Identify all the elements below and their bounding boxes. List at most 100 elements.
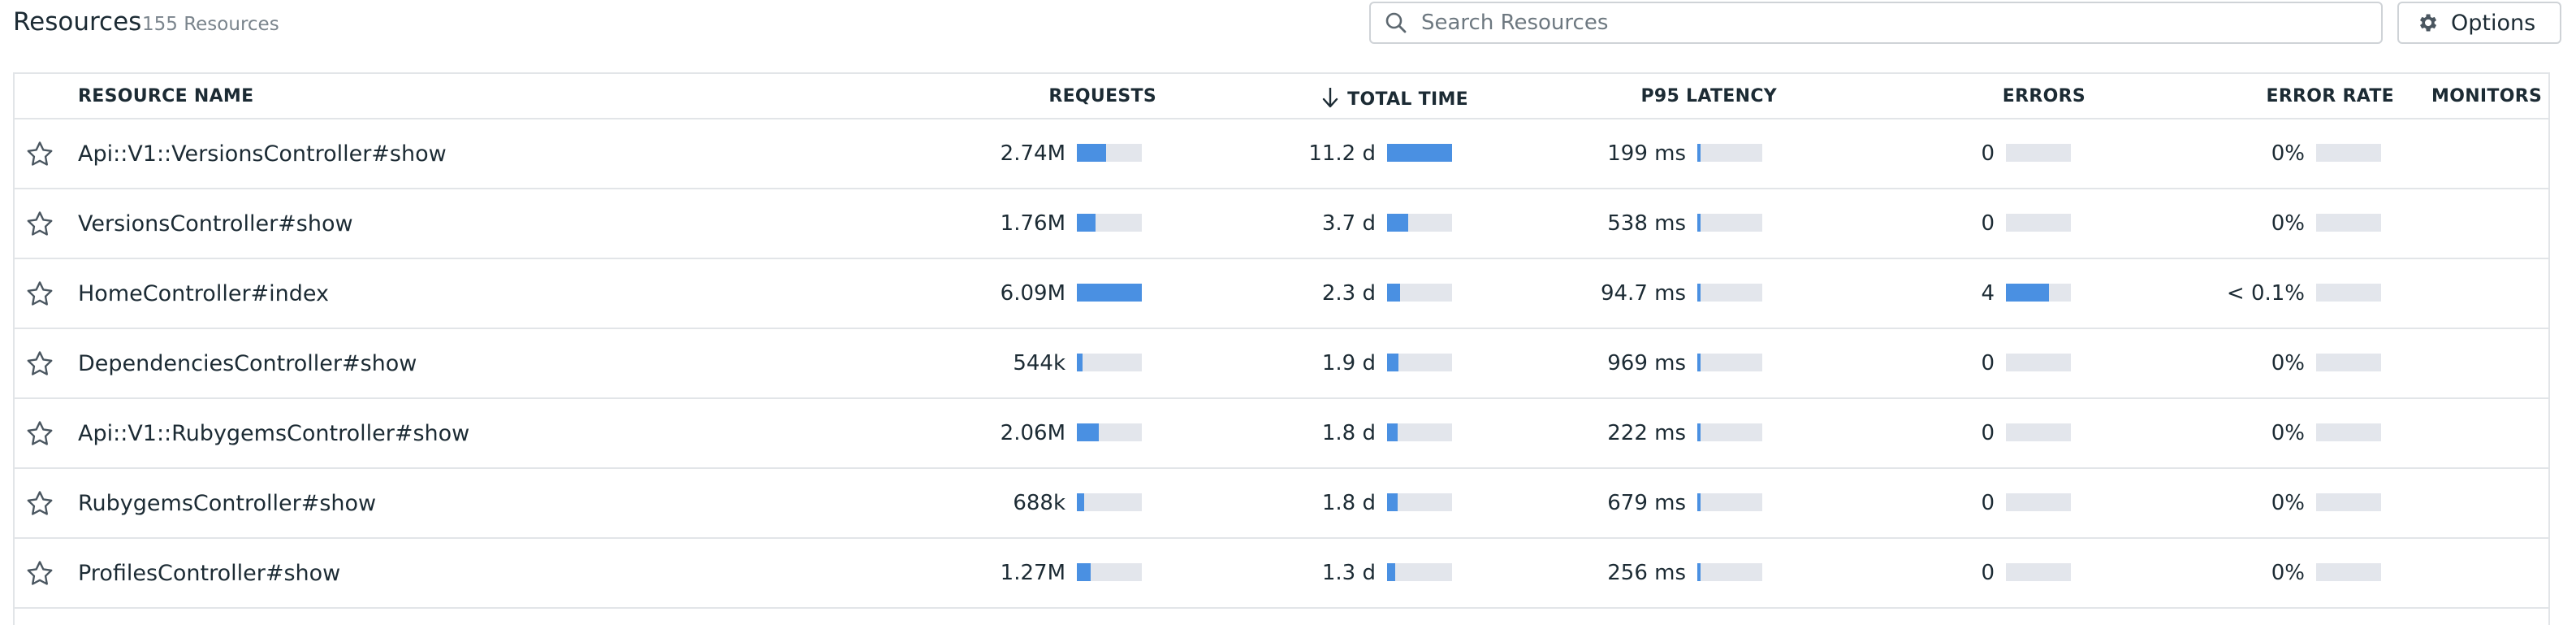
- table-row[interactable]: DependenciesController#show 544k 1.9 d 969 …: [15, 329, 2548, 399]
- errors-value: 0: [1981, 561, 1995, 585]
- resource-name[interactable]: ProfilesController#show: [78, 561, 340, 586]
- p95-latency-bar-fill: [1697, 144, 1701, 162]
- star-outline-icon[interactable]: [24, 279, 55, 310]
- error-rate-value: 0%: [2271, 141, 2305, 166]
- star-outline-icon[interactable]: [24, 139, 55, 170]
- table-row[interactable]: VersionsController#show 1.76M 3.7 d 538 ms 0…: [15, 189, 2548, 259]
- errors-value: 0: [1981, 351, 1995, 375]
- error-rate-value: 0%: [2271, 491, 2305, 515]
- total-time-bar: [1387, 563, 1452, 581]
- arrow-down-icon: [1321, 86, 1339, 114]
- table-row[interactable]: Api::V1::VersionsController#show 2.74M 11.…: [15, 119, 2548, 189]
- p95-latency-value: 222 ms: [1607, 421, 1686, 445]
- requests-bar: [1077, 354, 1142, 371]
- errors-bar: [2006, 563, 2071, 581]
- requests-value: 2.06M: [1000, 421, 1065, 445]
- resource-name[interactable]: Api::V1::RubygemsController#show: [78, 421, 469, 446]
- requests-bar: [1077, 563, 1142, 581]
- total-time-bar-fill: [1387, 423, 1398, 441]
- total-time-value: 11.2 d: [1308, 141, 1376, 166]
- requests-value: 1.27M: [1000, 561, 1065, 585]
- errors-value: 0: [1981, 211, 1995, 236]
- table-row[interactable]: ProfilesController#show 1.27M 1.3 d 256 ms 0…: [15, 539, 2548, 609]
- p95-latency-bar-fill: [1697, 563, 1701, 581]
- requests-bar-fill: [1077, 214, 1096, 232]
- options-button[interactable]: Options: [2397, 2, 2561, 44]
- errors-bar: [2006, 144, 2071, 162]
- total-time-bar-fill: [1387, 563, 1395, 581]
- error-rate-bar: [2316, 493, 2381, 511]
- search-box[interactable]: [1369, 2, 2383, 44]
- requests-bar: [1077, 144, 1142, 162]
- resource-count: 155 Resources: [142, 14, 279, 35]
- requests-bar: [1077, 423, 1142, 441]
- search-input[interactable]: [1420, 10, 2316, 36]
- column-header-p95-latency[interactable]: P95 LATENCY: [1558, 86, 1777, 106]
- p95-latency-bar: [1697, 284, 1762, 302]
- table-row[interactable]: RubygemsController#show 688k 1.8 d 679 ms 0 0…: [15, 469, 2548, 539]
- options-label: Options: [2451, 10, 2536, 36]
- requests-value: 2.74M: [1000, 141, 1065, 166]
- column-header-error-rate[interactable]: ERROR RATE: [2207, 86, 2394, 106]
- resource-name[interactable]: HomeController#index: [78, 281, 329, 306]
- requests-value: 544k: [1013, 351, 1065, 375]
- page-title: Resources: [13, 7, 142, 37]
- p95-latency-value: 256 ms: [1607, 561, 1686, 585]
- total-time-label: TOTAL TIME: [1347, 89, 1468, 110]
- error-rate-bar: [2316, 144, 2381, 162]
- errors-bar-fill: [2006, 284, 2049, 302]
- p95-latency-value: 94.7 ms: [1600, 281, 1686, 306]
- column-header-monitors[interactable]: MONITORS: [2431, 86, 2542, 106]
- total-time-bar: [1387, 144, 1452, 162]
- column-header-requests[interactable]: REQUESTS: [978, 86, 1156, 106]
- p95-latency-bar-fill: [1697, 493, 1701, 511]
- column-header-total-time[interactable]: TOTAL TIME: [1265, 86, 1468, 114]
- search-icon: [1382, 9, 1410, 37]
- total-time-bar: [1387, 354, 1452, 371]
- resources-table: RESOURCE NAME REQUESTS TOTAL TIME P95 LA…: [13, 72, 2550, 625]
- resource-name[interactable]: RubygemsController#show: [78, 491, 376, 516]
- errors-bar: [2006, 214, 2071, 232]
- column-header-resource-name[interactable]: RESOURCE NAME: [78, 86, 253, 106]
- requests-bar: [1077, 493, 1142, 511]
- star-outline-icon[interactable]: [24, 419, 55, 449]
- table-row[interactable]: HomeController#index 6.09M 2.3 d 94.7 ms 4 < …: [15, 259, 2548, 329]
- resource-name[interactable]: VersionsController#show: [78, 211, 353, 237]
- requests-bar: [1077, 214, 1142, 232]
- p95-latency-bar: [1697, 493, 1762, 511]
- total-time-bar-fill: [1387, 493, 1398, 511]
- star-outline-icon[interactable]: [24, 558, 55, 589]
- p95-latency-bar: [1697, 214, 1762, 232]
- total-time-value: 1.8 d: [1321, 491, 1376, 515]
- total-time-bar: [1387, 284, 1452, 302]
- errors-bar: [2006, 284, 2071, 302]
- error-rate-value: 0%: [2271, 211, 2305, 236]
- error-rate-bar: [2316, 423, 2381, 441]
- p95-latency-bar-fill: [1697, 354, 1701, 371]
- total-time-value: 2.3 d: [1321, 281, 1376, 306]
- p95-latency-bar-fill: [1697, 284, 1701, 302]
- total-time-bar-fill: [1387, 214, 1409, 232]
- requests-bar-fill: [1077, 493, 1084, 511]
- requests-bar-fill: [1077, 423, 1100, 441]
- total-time-value: 3.7 d: [1321, 211, 1376, 236]
- table-row[interactable]: Api::V1::RubygemsController#show 2.06M 1.8…: [15, 399, 2548, 469]
- p95-latency-bar: [1697, 423, 1762, 441]
- star-outline-icon[interactable]: [24, 209, 55, 240]
- resource-name[interactable]: Api::V1::VersionsController#show: [78, 141, 447, 167]
- total-time-value: 1.8 d: [1321, 421, 1376, 445]
- p95-latency-value: 969 ms: [1607, 351, 1686, 375]
- error-rate-bar: [2316, 354, 2381, 371]
- errors-bar: [2006, 423, 2071, 441]
- resource-name[interactable]: DependenciesController#show: [78, 351, 417, 376]
- p95-latency-bar-fill: [1697, 423, 1701, 441]
- gear-icon: [2415, 11, 2440, 35]
- errors-value: 0: [1981, 421, 1995, 445]
- error-rate-value: 0%: [2271, 351, 2305, 375]
- column-header-errors[interactable]: ERRORS: [1923, 86, 2085, 106]
- star-outline-icon[interactable]: [24, 349, 55, 380]
- errors-bar: [2006, 354, 2071, 371]
- star-outline-icon[interactable]: [24, 488, 55, 519]
- error-rate-value: 0%: [2271, 421, 2305, 445]
- total-time-bar-fill: [1387, 144, 1452, 162]
